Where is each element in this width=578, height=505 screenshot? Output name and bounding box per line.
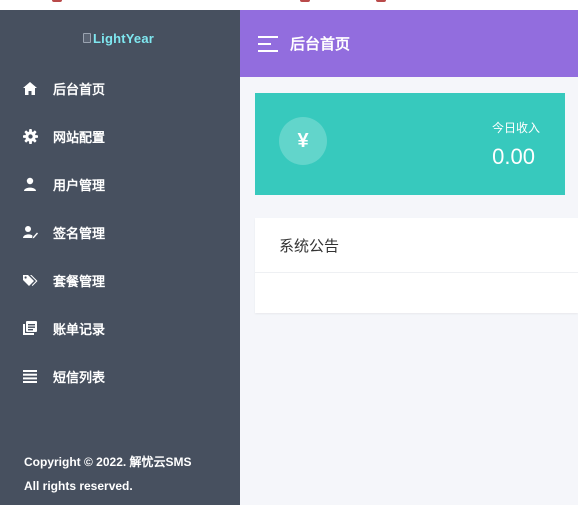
sidebar-menu: 后台首页 网站配置 用户管理 签名管理 套餐管理 账单记录 短信列表 [0,64,240,400]
list-icon [22,368,38,384]
sidebar-item-label: 签名管理 [53,225,106,241]
notice-card: 系统公告 [255,218,578,313]
sidebar-item-home[interactable]: 后台首页 [0,64,240,112]
sidebar-item-label: 后台首页 [53,81,106,97]
sidebar-item-label: 账单记录 [53,321,106,337]
strip-mark [376,0,386,2]
ledger-icon [22,320,38,336]
sidebar-item-users[interactable]: 用户管理 [0,160,240,208]
sidebar-item-label: 用户管理 [53,177,106,193]
notice-title: 系统公告 [255,218,578,273]
broken-image-icon [83,33,91,43]
income-stat-card: ¥ 今日收入 0.00 [255,93,565,195]
page-title: 后台首页 [290,36,351,53]
strip-mark [52,0,62,2]
tags-icon [22,272,38,288]
sidebar: LightYear 后台首页 网站配置 用户管理 签名管理 套餐管理 账单记录 … [0,10,240,505]
logo[interactable]: LightYear [83,30,154,46]
sidebar-item-sms-list[interactable]: 短信列表 [0,352,240,400]
copyright: Copyright © 2022. 解忧云SMS All rights rese… [24,450,192,498]
sidebar-item-label: 短信列表 [53,369,106,385]
gear-icon [22,128,38,144]
top-header: 后台首页 [240,10,578,77]
copyright-line: Copyright © 2022. 解忧云SMS [24,455,192,469]
home-icon [22,80,38,96]
user-icon [22,176,38,192]
stat-label: 今日收入 [491,121,540,135]
browser-top-strip [0,0,578,10]
signature-icon [22,224,38,240]
sidebar-item-bills[interactable]: 账单记录 [0,304,240,352]
sidebar-item-packages[interactable]: 套餐管理 [0,256,240,304]
sidebar-item-site-config[interactable]: 网站配置 [0,112,240,160]
sidebar-item-signatures[interactable]: 签名管理 [0,208,240,256]
logo-alt-text: LightYear [93,30,155,46]
currency-icon: ¥ [279,117,327,165]
copyright-line: All rights reserved. [24,479,133,493]
stat-value: 0.00 [492,144,535,169]
sidebar-item-label: 网站配置 [53,129,106,145]
menu-toggle-icon[interactable] [258,35,278,52]
sidebar-item-label: 套餐管理 [53,273,106,289]
strip-mark [300,0,310,2]
